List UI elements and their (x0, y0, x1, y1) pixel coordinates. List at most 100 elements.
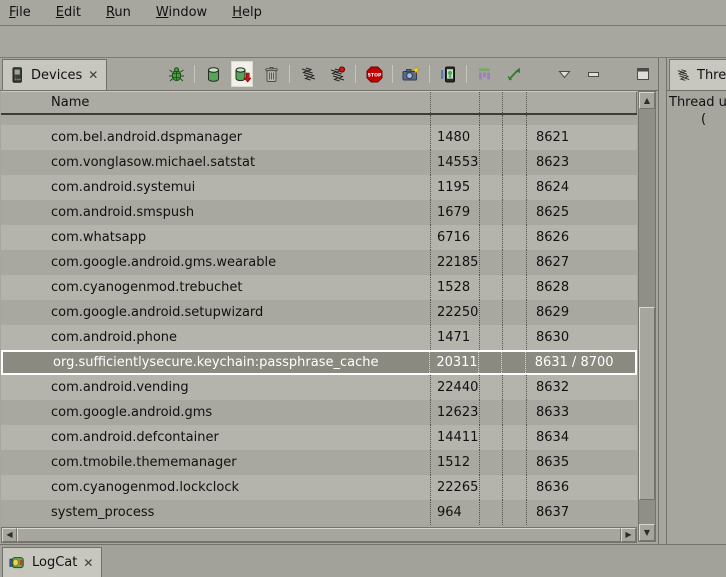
table-row[interactable]: com.android.vending 22440 8632 (1, 375, 637, 400)
logcat-icon (9, 555, 26, 570)
column-header-b[interactable] (503, 92, 527, 113)
vertical-scrollbar[interactable]: ▲ ▼ (638, 91, 656, 542)
process-name-cell: com.android.phone (1, 325, 431, 350)
table-row[interactable]: com.google.android.setupwizard 22250 862… (1, 300, 637, 325)
table-row[interactable]: com.vonglasow.michael.satstat 14553 8623 (1, 150, 637, 175)
view-menu-icon[interactable] (553, 61, 575, 87)
scroll-up-icon[interactable]: ▲ (639, 92, 655, 109)
port-cell: 8630 (527, 325, 637, 350)
status-cell-b (503, 400, 527, 425)
maximize-icon[interactable] (632, 61, 654, 87)
column-header-pid[interactable] (431, 92, 480, 113)
process-name-cell: com.google.android.gms.wearable (1, 250, 431, 275)
tab-threads-label: Threads (697, 68, 726, 83)
pid-cell: 20311 (430, 352, 479, 373)
table-row[interactable]: org.sufficientlysecure.keychain:passphra… (1, 350, 637, 375)
table-row[interactable] (1, 115, 637, 125)
tab-devices-label: Devices (31, 68, 82, 83)
menu-file[interactable]: File (9, 5, 31, 20)
scroll-right-icon[interactable]: ▶ (621, 528, 636, 542)
status-cell-b (503, 115, 527, 125)
horizontal-scroll-thumb[interactable] (17, 528, 621, 542)
debug-process-icon[interactable] (165, 61, 187, 87)
svg-text:STOP: STOP (367, 72, 381, 78)
systrace-icon[interactable] (474, 61, 496, 87)
dump-hprof-icon[interactable] (231, 61, 253, 87)
scroll-left-icon[interactable]: ◀ (2, 528, 17, 542)
start-method-profiling-icon[interactable] (326, 61, 348, 87)
stop-process-icon[interactable]: STOP (363, 61, 385, 87)
status-cell-a (480, 300, 503, 325)
tab-logcat-label: LogCat (32, 555, 77, 570)
process-name-cell: com.bel.android.dspmanager (1, 125, 431, 150)
minimize-icon[interactable] (582, 61, 604, 87)
cause-gc-icon[interactable] (260, 61, 282, 87)
status-cell-b (502, 352, 526, 373)
status-cell-a (480, 500, 503, 525)
multi-device-capture-icon[interactable] (437, 61, 459, 87)
process-name-cell: com.whatsapp (1, 225, 431, 250)
devices-toolbar: STOP (165, 58, 654, 90)
opengl-trace-icon[interactable] (503, 61, 525, 87)
threads-message: Thread up ( (667, 91, 726, 128)
status-cell-b (503, 475, 527, 500)
column-header-name[interactable]: Name (1, 92, 431, 113)
toolbar-separator (429, 65, 430, 83)
port-cell: 8626 (527, 225, 637, 250)
update-threads-icon[interactable] (297, 61, 319, 87)
vertical-scroll-thumb[interactable] (639, 307, 655, 500)
threads-message-line1: Thread up (669, 94, 726, 111)
process-name-cell: system_process (1, 500, 431, 525)
status-cell-a (480, 375, 503, 400)
status-cell-b (503, 300, 527, 325)
table-row[interactable]: com.cyanogenmod.lockclock 22265 8636 (1, 475, 637, 500)
status-cell-a (480, 425, 503, 450)
menu-help[interactable]: Help (232, 5, 262, 20)
threads-view: Threads Thread up ( (666, 58, 726, 544)
tab-logcat[interactable]: LogCat ✕ (2, 547, 102, 577)
tab-threads[interactable]: Threads (669, 59, 726, 90)
process-name-cell: com.android.vending (1, 375, 431, 400)
table-row[interactable]: com.bel.android.dspmanager 1480 8621 (1, 125, 637, 150)
screen-capture-icon[interactable] (400, 61, 422, 87)
status-cell-a (480, 400, 503, 425)
column-header-a[interactable] (480, 92, 503, 113)
table-row[interactable]: com.android.phone 1471 8630 (1, 325, 637, 350)
table-row[interactable]: com.android.defcontainer 14411 8634 (1, 425, 637, 450)
devices-view: Devices ✕ (0, 58, 659, 544)
table-row[interactable]: com.android.smspush 1679 8625 (1, 200, 637, 225)
port-cell: 8621 (527, 125, 637, 150)
scroll-down-icon[interactable]: ▼ (639, 524, 655, 541)
menu-edit[interactable]: Edit (56, 5, 81, 20)
port-cell: 8635 (527, 450, 637, 475)
table-row[interactable]: com.tmobile.thememanager 1512 8635 (1, 450, 637, 475)
table-row[interactable]: com.google.android.gms 12623 8633 (1, 400, 637, 425)
status-cell-b (503, 225, 527, 250)
port-cell: 8631 / 8700 (526, 352, 635, 373)
menu-window[interactable]: Window (156, 5, 207, 20)
status-cell-b (503, 150, 527, 175)
pid-cell: 964 (431, 500, 480, 525)
toolbar-separator (194, 65, 195, 83)
column-header-port[interactable] (527, 92, 637, 113)
threads-message-line2: ( (669, 111, 726, 128)
status-cell-a (480, 450, 503, 475)
port-cell: 8623 (527, 150, 637, 175)
table-row[interactable]: com.android.systemui 1195 8624 (1, 175, 637, 200)
close-icon[interactable]: ✕ (83, 557, 93, 569)
process-name-cell: com.android.smspush (1, 200, 431, 225)
pid-cell: 1528 (431, 275, 480, 300)
horizontal-scrollbar[interactable]: ◀ ▶ (1, 527, 637, 543)
menu-run[interactable]: Run (106, 5, 131, 20)
status-cell-a (480, 475, 503, 500)
table-row[interactable]: com.google.android.gms.wearable 22185 86… (1, 250, 637, 275)
tab-devices[interactable]: Devices ✕ (2, 59, 107, 90)
table-row[interactable]: com.cyanogenmod.trebuchet 1528 8628 (1, 275, 637, 300)
toolbar-separator (392, 65, 393, 83)
status-cell-a (480, 325, 503, 350)
table-row[interactable]: system_process 964 8637 (1, 500, 637, 525)
status-cell-a (480, 275, 503, 300)
table-row[interactable]: com.whatsapp 6716 8626 (1, 225, 637, 250)
close-icon[interactable]: ✕ (88, 69, 98, 81)
update-heap-icon[interactable] (202, 61, 224, 87)
